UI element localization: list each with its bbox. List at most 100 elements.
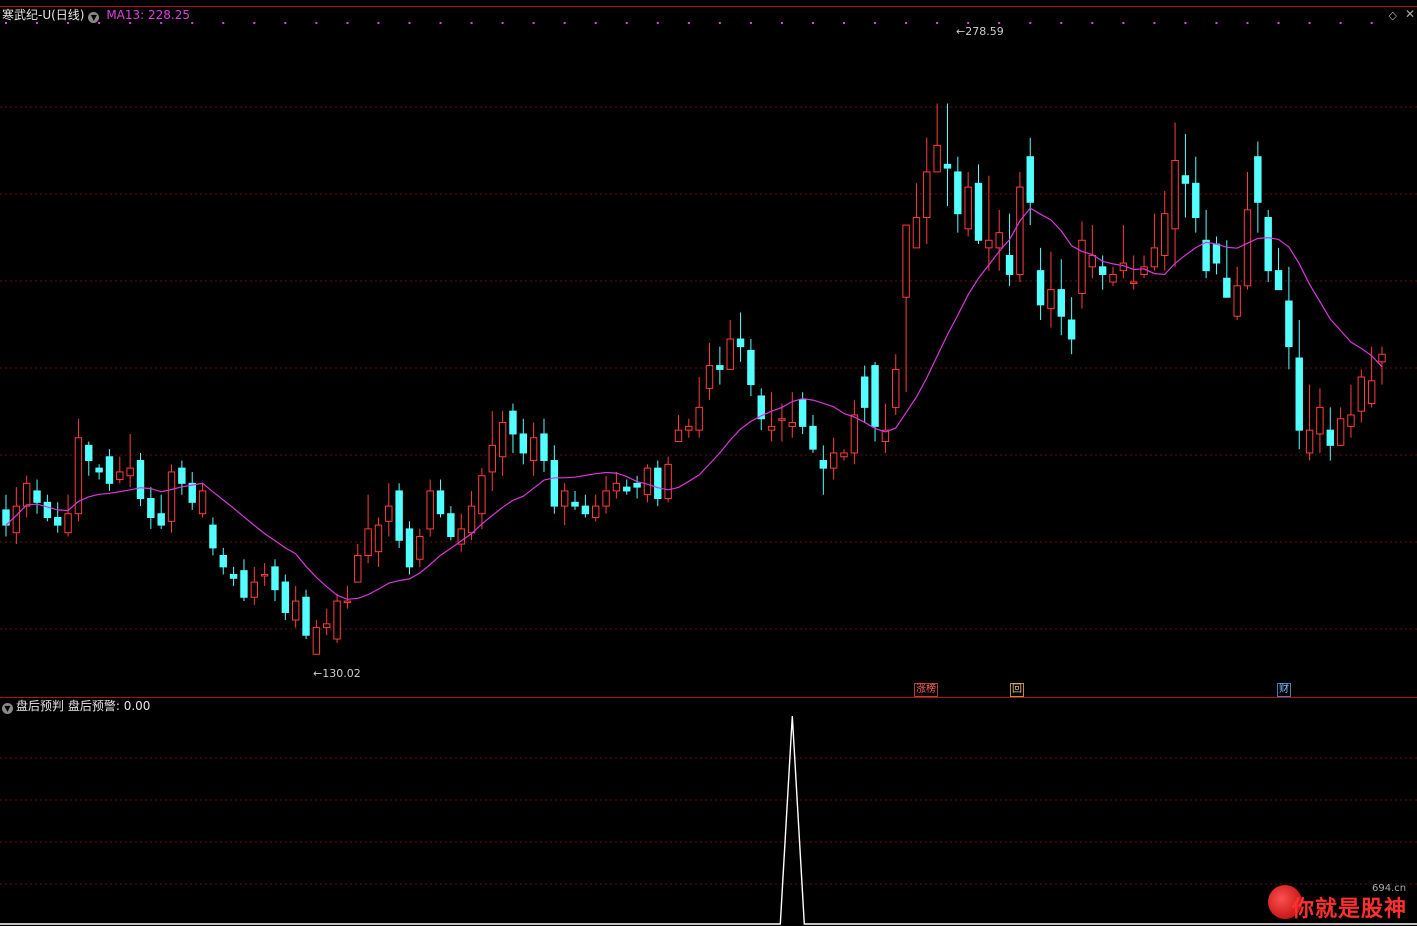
candle-body — [12, 505, 21, 534]
finance-badge[interactable]: 财 — [1277, 683, 1291, 697]
candle-body — [1129, 281, 1138, 285]
signal-dot — [780, 22, 783, 24]
indicator-signal-line — [0, 715, 1417, 925]
candle-body — [291, 600, 300, 621]
candle-body — [1202, 239, 1210, 272]
signal-dot — [936, 22, 939, 24]
signal-dot — [284, 22, 287, 24]
candle-body — [1181, 175, 1190, 184]
candle-body — [1078, 239, 1086, 294]
candle-body — [695, 406, 703, 431]
candle-body — [860, 376, 869, 408]
candle-body — [1326, 429, 1334, 446]
candle-body — [1336, 418, 1345, 446]
signal-dot — [501, 22, 504, 24]
candle-body — [260, 573, 269, 577]
candle-body — [1016, 186, 1024, 275]
candle-body — [22, 482, 31, 507]
chevron-down-icon[interactable]: ▼ — [2, 703, 13, 714]
candle-body — [1047, 289, 1055, 310]
candle-body — [633, 482, 641, 488]
candle-body — [747, 349, 755, 386]
candle-body — [1192, 182, 1200, 218]
chevron-down-icon[interactable]: ▼ — [88, 12, 100, 23]
candle-body — [829, 452, 838, 469]
candle-body — [281, 581, 290, 613]
signal-dot — [1091, 22, 1094, 24]
signal-dot — [1246, 22, 1249, 24]
ma-label: MA13: 228.25 — [106, 8, 190, 22]
candle-body — [405, 528, 414, 568]
candle-body — [871, 365, 879, 427]
candle-body — [85, 444, 93, 462]
signal-dot — [377, 22, 380, 24]
candle-body — [54, 517, 62, 526]
signal-dot — [315, 22, 318, 24]
stock-title[interactable]: 寒武纪-U(日线) — [2, 8, 84, 22]
candle-body — [592, 505, 600, 519]
candle-body — [1161, 213, 1169, 256]
signal-dot — [718, 22, 721, 24]
watermark-logo: 你就是股神 694.cn — [1268, 883, 1414, 923]
candle-body — [1026, 156, 1034, 203]
candle-body — [136, 460, 145, 500]
limit-up-badge[interactable]: 涨榜 — [914, 683, 938, 697]
candle-body — [1098, 266, 1107, 275]
candle-body — [364, 528, 372, 556]
candle-body — [1254, 156, 1262, 203]
indicator-title[interactable]: 盘后预判 — [16, 699, 64, 713]
candle-body — [509, 410, 517, 435]
candle-body — [943, 163, 952, 169]
signal-dot — [656, 22, 659, 24]
high-price-value: 278.59 — [965, 25, 1004, 38]
candle-body — [974, 182, 983, 241]
hui-badge[interactable]: 回 — [1010, 683, 1024, 697]
candle-body — [716, 365, 724, 370]
candle-body — [312, 627, 321, 655]
candle-body — [623, 486, 631, 492]
candle-body — [736, 338, 745, 348]
close-icon[interactable]: ✕ — [1405, 7, 1415, 21]
candle-body — [923, 171, 931, 218]
candle-body — [664, 463, 672, 500]
signal-dot — [749, 22, 752, 24]
candle-body — [581, 505, 590, 515]
signal-dot — [532, 22, 535, 24]
candle-body — [219, 554, 227, 568]
candle-body — [229, 573, 238, 579]
diamond-icon[interactable]: ◇ — [1389, 9, 1397, 22]
signal-dot — [1122, 22, 1125, 24]
candle-body — [643, 467, 652, 496]
signal-dot — [1184, 22, 1187, 24]
candle-body — [1316, 406, 1324, 435]
signal-dot — [1339, 22, 1342, 24]
candle-body — [1109, 273, 1117, 283]
candle-body — [374, 524, 383, 553]
signal-dot — [1308, 22, 1311, 24]
signal-dot — [687, 22, 690, 24]
signal-dot — [346, 22, 349, 24]
signal-dot — [1029, 22, 1032, 24]
candle-body — [550, 460, 559, 507]
signal-dot — [874, 22, 877, 24]
signal-dot — [563, 22, 566, 24]
signal-dot — [843, 22, 846, 24]
signal-dot — [811, 22, 814, 24]
candle-body — [74, 437, 83, 515]
signal-dot — [625, 22, 628, 24]
candle-body — [571, 501, 579, 507]
candle-body — [385, 505, 393, 522]
candle-body — [126, 467, 134, 477]
indicator-value: 盘后预警: 0.00 — [67, 699, 151, 713]
candlestick-chart[interactable] — [0, 0, 1417, 926]
candle-body — [323, 623, 331, 629]
signal-dot — [594, 22, 597, 24]
candle-body — [64, 513, 72, 534]
candle-body — [1005, 254, 1014, 275]
candle-body — [478, 475, 486, 515]
candle-body — [436, 490, 445, 515]
candle-body — [798, 399, 807, 427]
candle-body — [198, 490, 207, 515]
candle-body — [654, 467, 662, 500]
candle-body — [995, 232, 1003, 249]
